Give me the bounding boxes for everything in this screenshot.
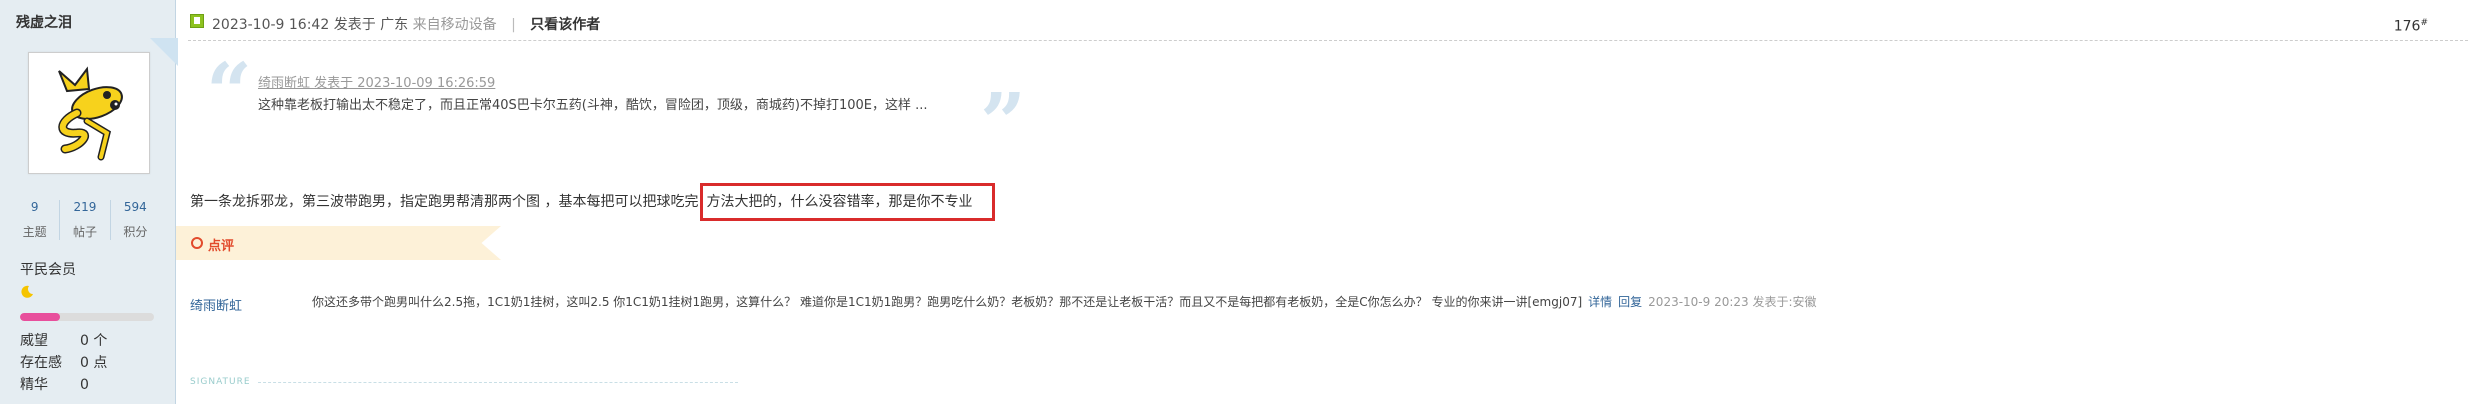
stat-value: 219 — [73, 200, 97, 214]
corner-tab — [150, 38, 178, 66]
avatar[interactable] — [28, 52, 150, 174]
user-properties: 威望 0 个 存在感 0 点 精华 0 — [20, 330, 107, 396]
prop-value: 0 个 — [80, 333, 108, 349]
prop-row: 存在感 0 点 — [20, 352, 107, 374]
floor-number[interactable]: 176# — [2394, 18, 2428, 35]
username[interactable]: 残虚之泪 — [16, 12, 72, 32]
stat-label: 积分 — [123, 225, 148, 239]
avatar-icon — [58, 66, 123, 161]
post-header: 2023-10-9 16:42 发表于 广东 来自移动设备 | 只看该作者 17… — [188, 0, 2468, 41]
stat-label: 主题 — [22, 225, 47, 239]
comment-author-link[interactable]: 绮雨断虹 — [190, 295, 242, 314]
quote-text: 这种靠老板打输出太不稳定了，而且正常40S巴卡尔五药(斗神，酷饮，冒险团，顶级，… — [258, 98, 928, 113]
post-time: 2023-10-9 16:42 — [212, 17, 330, 33]
prop-key: 存在感 — [20, 355, 62, 371]
comment-text: 你这还多带个跑男叫什么2.5拖，1C1奶1挂树，这叫2.5 你1C1奶1挂树1跑… — [312, 295, 1583, 309]
quote-close-icon: ” — [980, 75, 1027, 169]
prop-key: 威望 — [20, 333, 48, 349]
moon-rank-icon — [21, 285, 33, 298]
message-text: 第一条龙拆邪龙，第三波带跑男，指定跑男帮清那两个图 ，基本每把可以把球吃完 — [190, 194, 699, 210]
quote-open-icon: “ — [206, 45, 253, 139]
stat-points[interactable]: 594 积分 — [111, 200, 160, 240]
quote-author-link[interactable]: 绮雨断虹 发表于 2023-10-09 16:26:59 — [258, 72, 495, 91]
prop-key: 精华 — [20, 377, 48, 393]
device-label: 来自移动设备 — [412, 17, 497, 33]
divider: | — [511, 17, 516, 33]
level-progress-fill — [20, 313, 61, 321]
online-status-icon — [190, 14, 204, 28]
user-profile-panel: 残虚之泪 9 主题 219 帖子 594 积分 平民会员 威望 0 个 存在感 … — [0, 0, 178, 404]
view-author-only-link[interactable]: 只看该作者 — [530, 17, 600, 33]
comment-meta: 2023-10-9 20:23 发表于:安徽 — [1648, 295, 1817, 309]
floor-mark: # — [2420, 18, 2428, 28]
prop-value: 0 点 — [80, 355, 108, 371]
post-message: 第一条龙拆邪龙，第三波带跑男，指定跑男帮清那两个图 ，基本每把可以把球吃完 方法大… — [190, 183, 996, 221]
user-stats: 9 主题 219 帖子 594 积分 — [10, 200, 160, 240]
level-progress-bar — [20, 313, 154, 321]
highlighted-text: 方法大把的，什么没容错率，那是你不专业 — [700, 183, 996, 221]
prop-value: 0 — [80, 377, 89, 393]
stat-value: 9 — [30, 200, 39, 214]
comment-label: 点评 — [208, 239, 235, 254]
posted-in: 发表于 广东 — [333, 17, 409, 33]
comment-section-header: 点评 — [176, 226, 501, 260]
stat-topics[interactable]: 9 主题 — [10, 200, 61, 240]
comment-icon — [191, 237, 203, 249]
signature-divider — [258, 382, 738, 383]
floor-value: 176 — [2393, 18, 2421, 35]
signature-label: SIGNATURE — [190, 377, 251, 387]
user-group[interactable]: 平民会员 — [20, 259, 76, 279]
post-meta: 2023-10-9 16:42 发表于 广东 来自移动设备 | 只看该作者 — [212, 14, 600, 34]
comment-row: 你这还多带个跑男叫什么2.5拖，1C1奶1挂树，这叫2.5 你1C1奶1挂树1跑… — [312, 293, 1817, 310]
stat-label: 帖子 — [72, 225, 97, 239]
comment-reply-link[interactable]: 回复 — [1618, 295, 1642, 309]
stat-value: 594 — [123, 200, 147, 214]
comment-detail-link[interactable]: 详情 — [1588, 295, 1612, 309]
prop-row: 精华 0 — [20, 374, 107, 396]
prop-row: 威望 0 个 — [20, 330, 107, 352]
stat-posts[interactable]: 219 帖子 — [60, 200, 111, 240]
